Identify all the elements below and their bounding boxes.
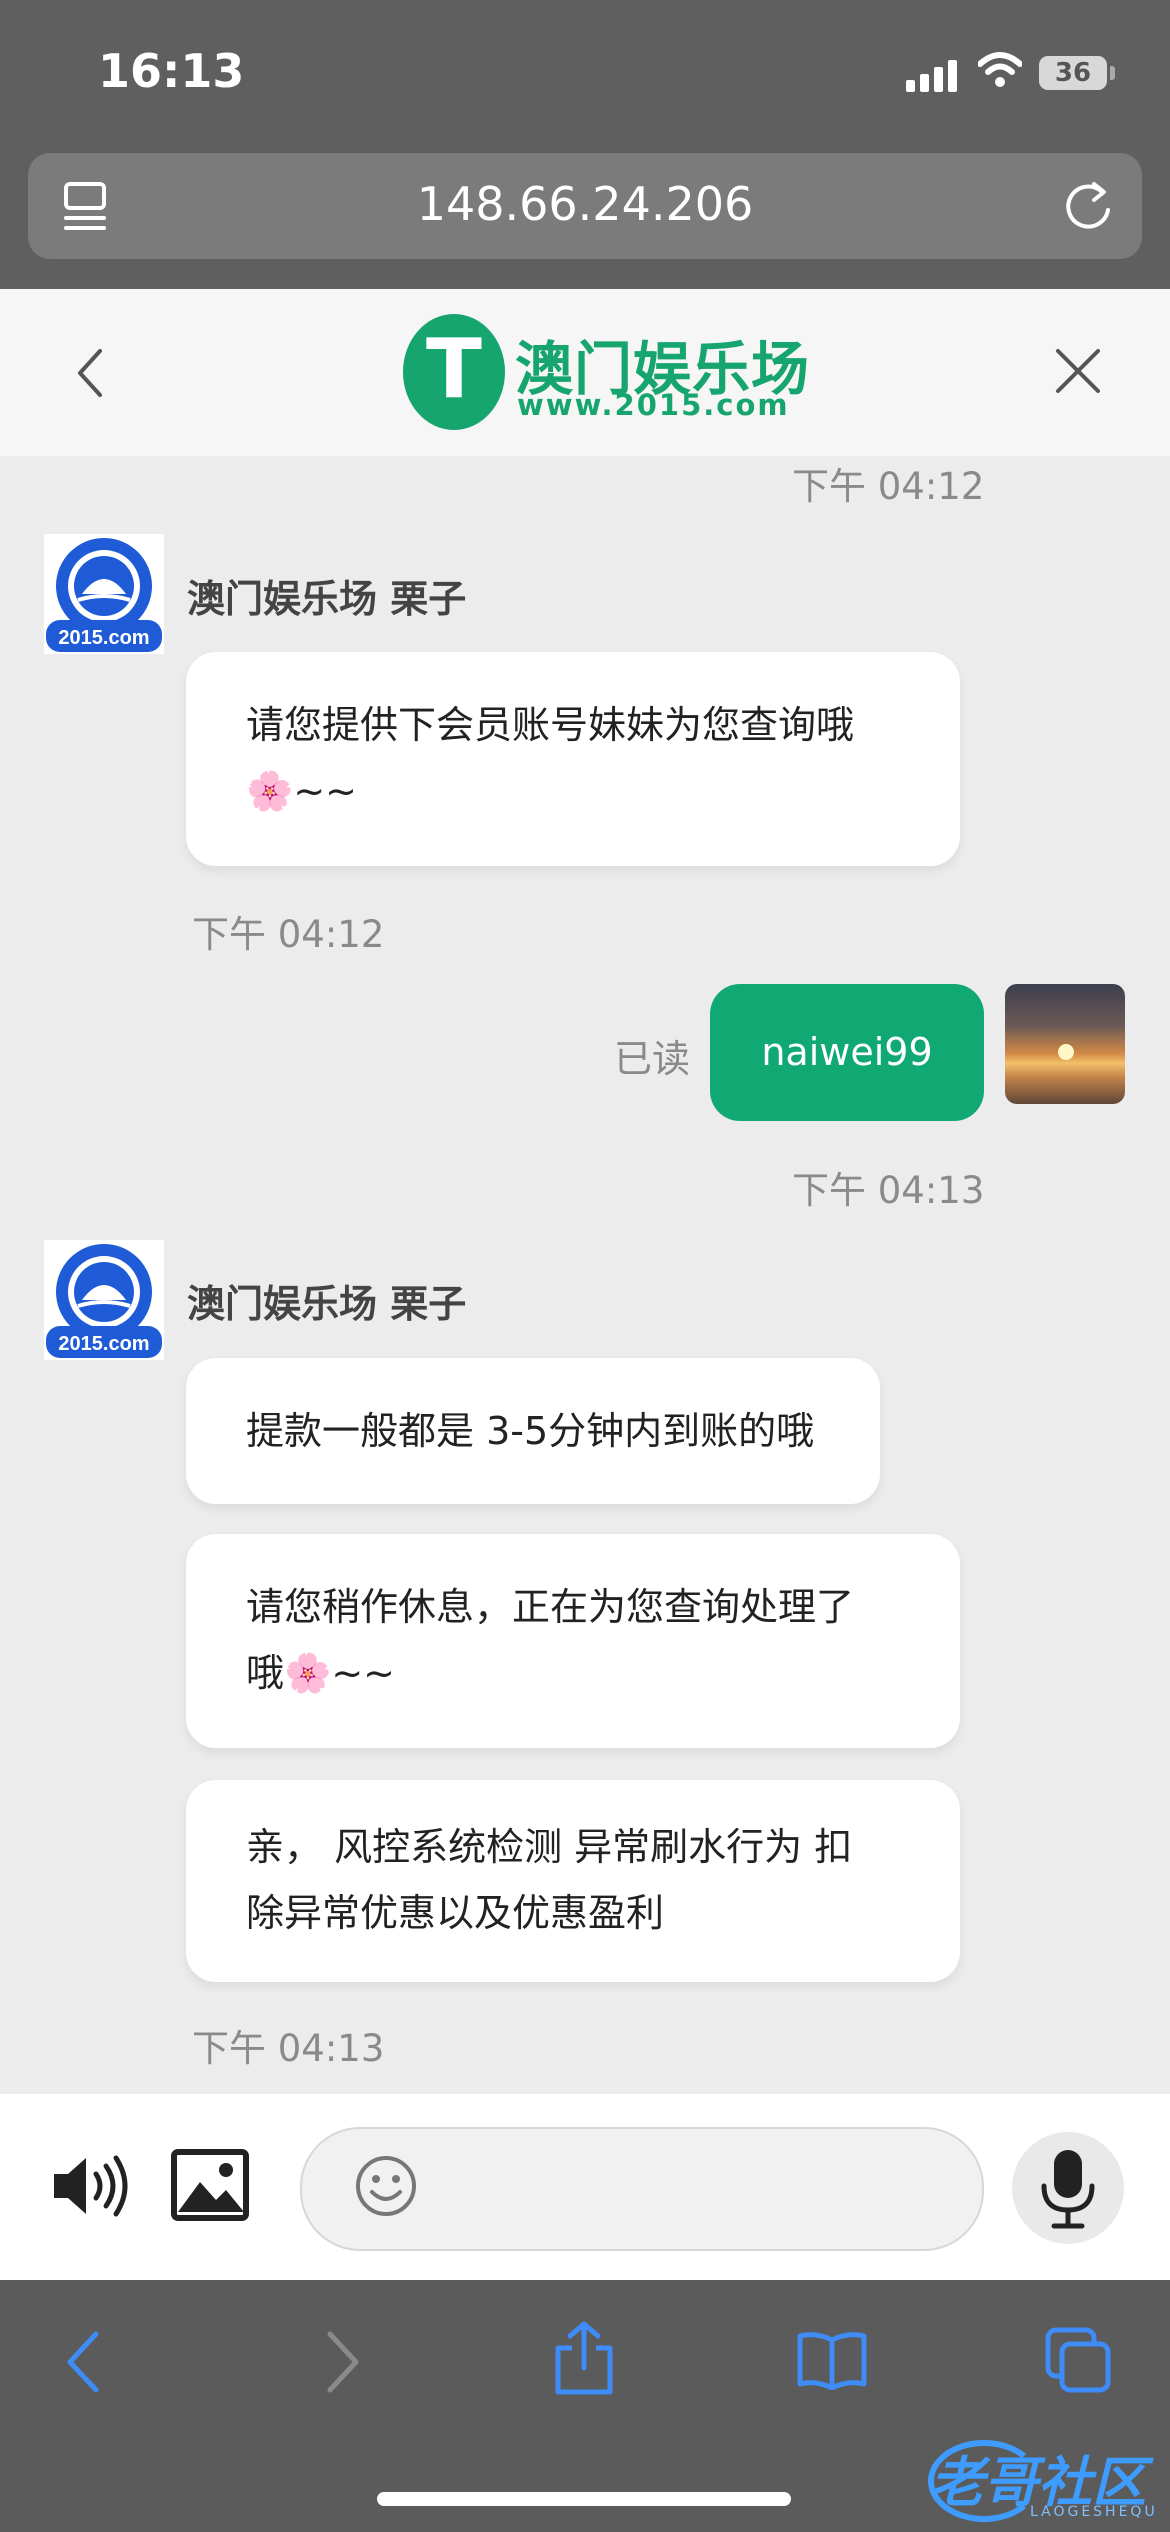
- image-icon[interactable]: [170, 2148, 250, 2222]
- message-text: 哦🌸~~: [246, 1651, 395, 1695]
- url-text[interactable]: 148.66.24.206: [0, 177, 1170, 231]
- bookmarks-icon[interactable]: [796, 2330, 868, 2390]
- agent-avatar[interactable]: 2015.com: [44, 534, 164, 654]
- message-timestamp: 下午 04:12: [792, 465, 985, 508]
- message-text: 除异常优惠以及优惠盈利: [246, 1891, 665, 1935]
- svg-text:2015.com: 2015.com: [58, 627, 149, 649]
- sender-name: 澳门娱乐场 栗子: [187, 577, 467, 621]
- tabs-icon[interactable]: [1044, 2326, 1112, 2394]
- cellular-signal-icon: [906, 60, 962, 92]
- message-timestamp: 下午 04:13: [792, 1169, 985, 1212]
- emoji-icon[interactable]: [354, 2154, 418, 2218]
- read-receipt: 已读: [614, 1037, 691, 1081]
- svg-text:2015.com: 2015.com: [58, 1333, 149, 1355]
- forward-icon[interactable]: [322, 2330, 362, 2394]
- reload-icon[interactable]: [1062, 178, 1114, 232]
- agent-message-bubble[interactable]: 请您提供下会员账号妹妹为您查询哦 🌸~~: [186, 652, 960, 866]
- microphone-icon[interactable]: [1038, 2146, 1098, 2230]
- brand-url: www.2015.com: [517, 388, 790, 422]
- share-icon[interactable]: [552, 2320, 616, 2396]
- back-icon[interactable]: [64, 2330, 104, 2394]
- message-text: 提款一般都是 3-5分钟内到账的哦: [246, 1409, 815, 1453]
- battery-icon: 36: [1039, 56, 1107, 90]
- speaker-icon[interactable]: [50, 2150, 130, 2222]
- agent-avatar[interactable]: 2015.com: [44, 1240, 164, 1360]
- battery-tip: [1110, 66, 1115, 80]
- wifi-icon: [978, 52, 1022, 87]
- sender-name: 澳门娱乐场 栗子: [187, 1282, 467, 1326]
- agent-message-bubble[interactable]: 提款一般都是 3-5分钟内到账的哦: [186, 1358, 880, 1504]
- message-text: 请您提供下会员账号妹妹为您查询哦: [246, 703, 855, 747]
- close-icon[interactable]: [1054, 347, 1102, 395]
- home-indicator[interactable]: [377, 2492, 791, 2506]
- message-text: 🌸~~: [246, 769, 357, 813]
- agent-message-bubble[interactable]: 请您稍作休息，正在为您查询处理了 哦🌸~~: [186, 1534, 960, 1748]
- my-message-bubble[interactable]: naiwei99: [710, 984, 984, 1121]
- message-text: 请您稍作休息，正在为您查询处理了: [246, 1585, 855, 1629]
- message-timestamp: 下午 04:13: [192, 2027, 385, 2070]
- back-chevron-icon[interactable]: [70, 345, 110, 401]
- avatar-sun: [1058, 1044, 1074, 1060]
- agent-message-bubble[interactable]: 亲， 风控系统检测 异常刷水行为 扣 除异常优惠以及优惠盈利: [186, 1780, 960, 1982]
- message-timestamp: 下午 04:12: [192, 913, 385, 956]
- message-text: 亲， 风控系统检测 异常刷水行为 扣: [246, 1825, 853, 1869]
- watermark-sub: LAOGESHEQU: [1030, 2504, 1158, 2520]
- brand-logo-mark: T: [426, 322, 482, 417]
- status-time: 16:13: [98, 44, 245, 98]
